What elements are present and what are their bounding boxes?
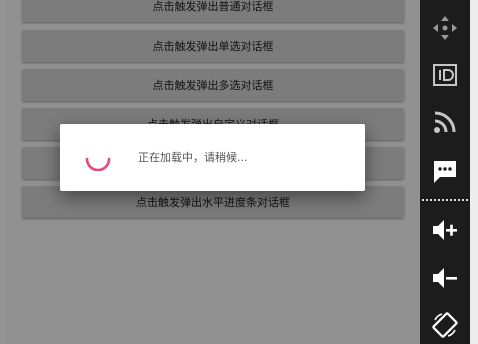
volume-up-icon[interactable] xyxy=(420,212,470,248)
rss-icon[interactable] xyxy=(420,104,470,140)
message-icon[interactable] xyxy=(420,153,470,189)
app-screen: 点击触发弹出普通对话框 点击触发弹出单选对话框 点击触发弹出多选对话框 点击触发… xyxy=(0,0,420,344)
id-icon[interactable] xyxy=(420,57,470,93)
rotate-screen-icon[interactable] xyxy=(420,307,470,343)
progress-dialog: 正在加载中，请稍候... xyxy=(60,124,365,191)
loading-spinner-icon xyxy=(85,157,111,171)
emulator-toolbar xyxy=(420,0,470,344)
window-edge xyxy=(470,0,478,344)
move-icon[interactable] xyxy=(420,10,470,46)
dialog-message: 正在加载中，请稍候... xyxy=(138,151,248,164)
toolbar-divider xyxy=(422,199,468,201)
volume-down-icon[interactable] xyxy=(420,260,470,296)
